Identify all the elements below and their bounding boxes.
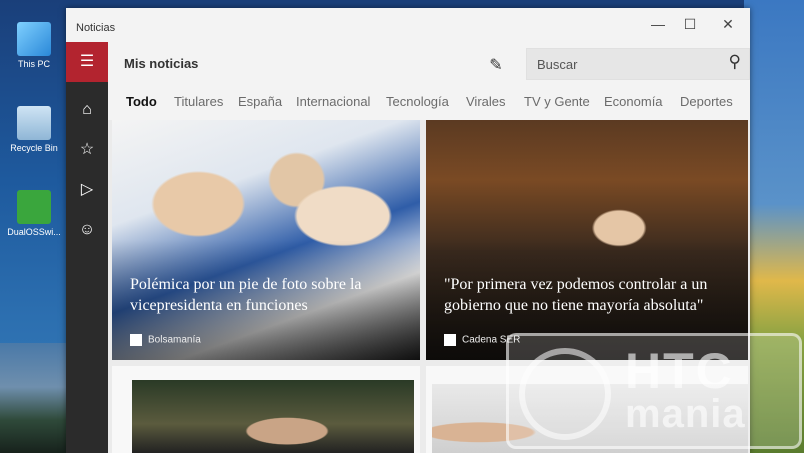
feedback-icon[interactable]: ☺	[66, 210, 108, 250]
watermark-text: mania	[625, 392, 746, 436]
watermark-emblem-icon	[519, 348, 611, 440]
desktop-icon-label: DualOSSwi...	[7, 227, 61, 237]
desktop-icon-dualosswitch[interactable]: DualOSSwi...	[4, 190, 64, 237]
android-icon	[17, 190, 51, 224]
watermark-logo: HTC mania	[506, 333, 802, 449]
tab-deportes[interactable]: Deportes	[680, 94, 733, 109]
hamburger-icon[interactable]: ☰	[66, 42, 108, 82]
news-card[interactable]	[112, 366, 420, 453]
title-bar[interactable]: Noticias — ☐ ✕	[66, 8, 750, 42]
maximize-button[interactable]: ☐	[672, 12, 708, 36]
close-button[interactable]: ✕	[710, 12, 746, 36]
computer-icon	[17, 22, 51, 56]
app-header: Mis noticias ✎ ··· Buscar ⚲	[108, 42, 750, 88]
search-icon[interactable]: ⚲	[729, 52, 741, 72]
news-card-source: Bolsamanía	[130, 334, 201, 346]
category-tabs: Todo Titulares España Internacional Tecn…	[108, 88, 750, 120]
desktop-icon-label: Recycle Bin	[10, 143, 58, 153]
news-card-title[interactable]: "Por primera vez podemos controlar a un …	[444, 274, 740, 316]
tab-internacional[interactable]: Internacional	[296, 94, 370, 109]
tab-titulares[interactable]: Titulares	[174, 94, 223, 109]
favorites-icon[interactable]: ☆	[66, 130, 108, 170]
tab-tv-y-gente[interactable]: TV y Gente	[524, 94, 590, 109]
search-box[interactable]: Buscar ⚲	[526, 48, 750, 80]
source-name: Bolsamanía	[148, 334, 201, 346]
play-icon[interactable]: ▷	[66, 170, 108, 210]
news-card[interactable]: "Por primera vez podemos controlar a un …	[426, 120, 748, 360]
tab-virales[interactable]: Virales	[466, 94, 506, 109]
news-card[interactable]: Polémica por un pie de foto sobre la vic…	[112, 120, 420, 360]
edit-icon[interactable]: ✎	[480, 50, 512, 82]
search-input[interactable]: Buscar	[537, 57, 577, 72]
tab-todo[interactable]: Todo	[126, 94, 157, 109]
desktop-wallpaper-scenery	[0, 343, 70, 453]
window-title: Noticias	[76, 22, 116, 34]
desktop-icon-recycle-bin[interactable]: Recycle Bin	[4, 106, 64, 153]
tab-tecnologia[interactable]: Tecnología	[386, 94, 449, 109]
recycle-bin-icon	[17, 106, 51, 140]
news-card-image	[132, 380, 414, 453]
desktop-icon-this-pc[interactable]: This PC	[4, 22, 64, 69]
home-icon[interactable]: ⌂	[66, 90, 108, 130]
news-card-title[interactable]: Polémica por un pie de foto sobre la vic…	[130, 274, 410, 316]
page-title: Mis noticias	[124, 56, 199, 71]
minimize-button[interactable]: —	[640, 12, 676, 36]
tab-espana[interactable]: España	[238, 94, 282, 109]
desktop-icon-label: This PC	[17, 59, 50, 69]
tab-economia[interactable]: Economía	[604, 94, 663, 109]
nav-rail: ☰ ⌂ ☆ ▷ ☺	[66, 42, 108, 453]
source-logo-icon	[130, 334, 142, 346]
source-logo-icon	[444, 334, 456, 346]
